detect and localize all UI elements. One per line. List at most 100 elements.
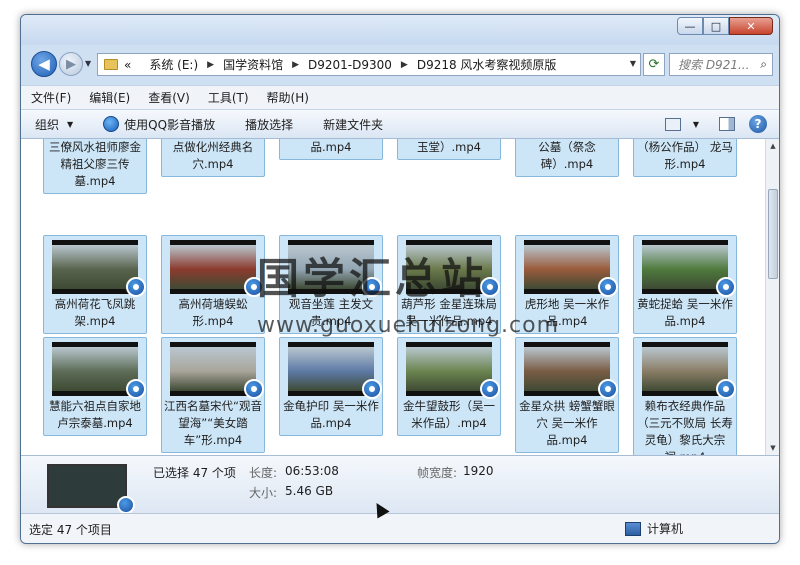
file-name: 壁上挂灯 曾炽国师点做化州经典名穴.mp4 (172, 140, 254, 171)
file-item[interactable]: 黄蛇捉蛤 吴一米作品.mp4 (633, 235, 737, 334)
title-bar: — □ ✕ (21, 15, 779, 45)
file-item[interactable]: 葫芦形 金星连珠局 吴一米作品.mp4 (397, 235, 501, 334)
file-name: 高州荷塘蜈蚣形.mp4 (178, 297, 248, 328)
menu-tools[interactable]: 工具(T) (208, 89, 249, 106)
size-label: 大小: (249, 486, 278, 500)
breadcrumb-separator[interactable]: ▶ (401, 60, 408, 70)
file-name: 赖布衣经典作品（三元不败局 长寿灵龟）黎氏大宗祠.mp4 (637, 399, 733, 455)
search-icon[interactable]: ⌕ (760, 57, 767, 72)
vertical-scrollbar[interactable]: ▲ ▼ (765, 139, 779, 455)
file-item[interactable]: 赖布衣经典作品（三元不败局 长寿灵龟）黎氏大宗祠.mp4 (633, 337, 737, 455)
menu-edit[interactable]: 编辑(E) (89, 89, 130, 106)
search-input[interactable]: 搜索 D921... ⌕ (669, 53, 773, 76)
maximize-button[interactable]: □ (703, 17, 729, 35)
qq-player-icon (362, 379, 382, 399)
folder-icon (104, 59, 118, 70)
forward-arrow-icon[interactable]: ▶ (59, 52, 83, 76)
scrollbar-thumb[interactable] (768, 189, 778, 279)
status-selection-text: 选定 47 个项目 (29, 523, 112, 537)
organize-label: 组织 (35, 117, 60, 132)
recent-pages-dropdown[interactable]: ▼ (85, 59, 91, 68)
minimize-button[interactable]: — (677, 17, 703, 35)
file-item[interactable]: 壁上挂灯 曾炽国师点做化州经典名穴.mp4 (161, 139, 265, 177)
file-item[interactable]: 高州荷花飞凤跳架.mp4 (43, 235, 147, 334)
thumbnail-frame (288, 245, 374, 289)
scroll-up-icon[interactable]: ▲ (766, 139, 779, 153)
thumbnail-frame (170, 245, 256, 289)
view-options-chevron-icon[interactable]: ▼ (687, 116, 705, 132)
play-selection-button[interactable]: 播放选择 (245, 116, 293, 133)
breadcrumb-folder-range[interactable]: D9201-D9300 (308, 58, 392, 72)
file-name: 慧能六祖点自家地卢宗泰墓.mp4 (49, 399, 141, 430)
file-item[interactable]: 金星众拱 螃蟹蟹眼穴 吴一米作品.mp4 (515, 337, 619, 453)
breadcrumb-folder-guoxue[interactable]: 国学资料馆 (223, 56, 283, 73)
thumbnail-frame (642, 245, 728, 289)
frame-width-value: 1920 (463, 464, 494, 478)
file-name: 金牛望鼓形（吴一米作品）.mp4 (403, 399, 495, 430)
file-item[interactable]: 地理祖师杨筠松杨公墓（祭念碑）.mp4 (515, 139, 619, 177)
status-bar: 选定 47 个项目 计算机 (21, 513, 779, 543)
details-pane: 已选择 47 个项 长度: 06:53:08 大小: 5.46 GB 帧宽度: … (21, 455, 779, 514)
breadcrumb-separator[interactable]: ▶ (292, 60, 299, 70)
file-name: 江西名墓宋代“观音望海”“美女踏车”形.mp4 (164, 399, 262, 447)
file-item[interactable]: 金龟护印 吴一米作品.mp4 (279, 337, 383, 436)
thumbnail-frame (52, 347, 138, 391)
address-bar[interactable]: « 系统 (E:) ▶ 国学资料馆 ▶ D9201-D9300 ▶ D9218 … (97, 53, 641, 76)
file-item[interactable]: 曾国藩出生地（白玉堂）.mp4 (397, 139, 501, 160)
file-item[interactable]: 蝙蝠地 吴一米作品.mp4 (279, 139, 383, 160)
file-item[interactable]: 金牛望鼓形（吴一米作品）.mp4 (397, 337, 501, 436)
qq-player-icon (103, 116, 120, 132)
status-location-label: 计算机 (647, 522, 684, 536)
change-view-icon[interactable] (665, 117, 681, 131)
scroll-down-icon[interactable]: ▼ (766, 441, 779, 455)
file-name: 金星众拱 螃蟹蟹眼穴 吴一米作品.mp4 (519, 399, 615, 447)
breadcrumb-overflow[interactable]: « (124, 58, 131, 72)
file-name: 高州荷花飞凤跳架.mp4 (54, 297, 136, 328)
video-thumbnail (406, 342, 500, 399)
breadcrumb-drive[interactable]: 系统 (E:) (149, 56, 198, 73)
video-file-icon (117, 496, 135, 514)
new-folder-button[interactable]: 新建文件夹 (323, 116, 383, 133)
menu-help[interactable]: 帮助(H) (267, 89, 309, 106)
qq-player-icon (362, 277, 382, 297)
preview-pane-icon[interactable] (719, 117, 735, 131)
window-controls: — □ ✕ (677, 17, 773, 35)
address-dropdown-icon[interactable]: ▼ (630, 59, 636, 68)
refresh-icon[interactable]: ⟳ (643, 53, 665, 76)
file-item[interactable]: 地理祖师杨筠松（杨公作品） 龙马形.mp4 (633, 139, 737, 177)
breadcrumb-separator[interactable]: ▶ (207, 60, 214, 70)
qq-player-icon (598, 277, 618, 297)
menu-file[interactable]: 文件(F) (31, 89, 71, 106)
qq-player-icon (598, 379, 618, 399)
file-list-view: （上水龟形）江西三僚风水祖师廖金精祖父廖三传墓.mp4 壁上挂灯 曾炽国师点做化州… (21, 139, 765, 455)
file-item[interactable]: 慧能六祖点自家地卢宗泰墓.mp4 (43, 337, 147, 436)
video-thumbnail (170, 240, 264, 297)
qq-player-icon (126, 277, 146, 297)
file-item[interactable]: （上水龟形）江西三僚风水祖师廖金精祖父廖三传墓.mp4 (43, 139, 147, 194)
thumbnail-frame (406, 245, 492, 289)
file-item[interactable]: 虎形地 吴一米作品.mp4 (515, 235, 619, 334)
video-thumbnail (524, 240, 618, 297)
close-button[interactable]: ✕ (729, 17, 773, 35)
qq-player-icon (716, 379, 736, 399)
qq-player-icon (244, 277, 264, 297)
thumbnail-frame (406, 347, 492, 391)
breadcrumb-current-folder[interactable]: D9218 风水考察视频原版 (417, 56, 557, 73)
file-item[interactable]: 高州荷塘蜈蚣形.mp4 (161, 235, 265, 334)
file-item[interactable]: 江西名墓宋代“观音望海”“美女踏车”形.mp4 (161, 337, 265, 453)
menu-view[interactable]: 查看(V) (148, 89, 190, 106)
selected-count: 已选择 47 个项 (153, 466, 236, 480)
video-thumbnail (52, 342, 146, 399)
file-name: 地理祖师杨筠松杨公墓（祭念碑）.mp4 (538, 140, 596, 171)
command-bar: 组织 ▼ 使用QQ影音播放 播放选择 新建文件夹 ▼ ? (21, 109, 779, 139)
organize-button[interactable]: 组织 ▼ (35, 116, 73, 133)
play-with-qq-button[interactable]: 使用QQ影音播放 (103, 116, 215, 133)
thumbnail-frame (288, 347, 374, 391)
qq-player-icon (244, 379, 264, 399)
file-name: 葫芦形 金星连珠局 吴一米作品.mp4 (401, 297, 497, 328)
back-arrow-icon[interactable]: ◀ (31, 51, 57, 77)
file-item[interactable]: 观音坐莲 主发文贵.mp4 (279, 235, 383, 334)
help-icon[interactable]: ? (749, 115, 767, 133)
thumbnail-frame (52, 245, 138, 289)
play-with-qq-label: 使用QQ影音播放 (124, 117, 216, 132)
